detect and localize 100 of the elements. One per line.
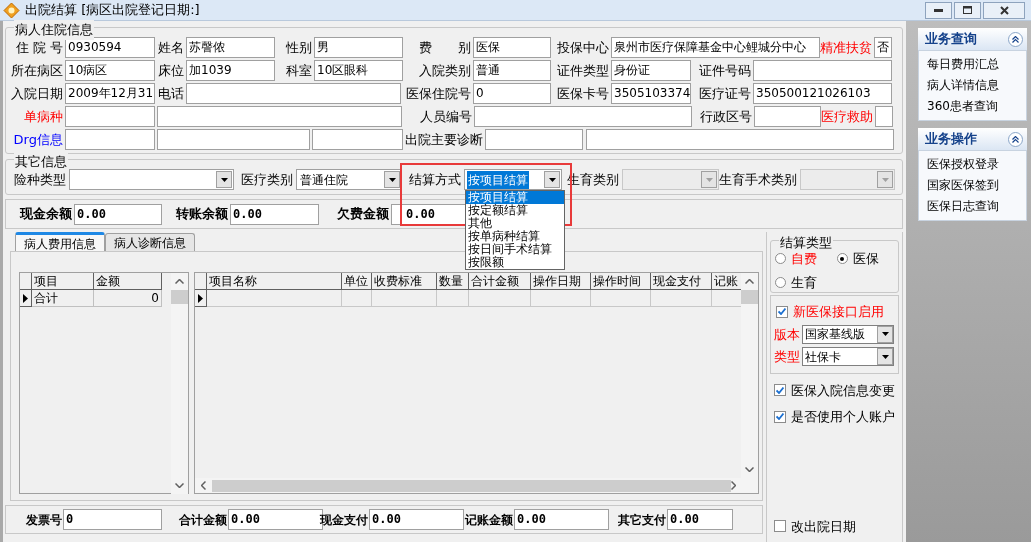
text-field[interactable]: 0.00 <box>667 509 733 530</box>
text-field[interactable] <box>586 129 894 150</box>
column-header[interactable]: 项目名称 <box>207 273 342 290</box>
field-label: 床位 <box>158 61 184 80</box>
column-header[interactable]: 数量 <box>437 273 469 290</box>
scroll-left-icon <box>201 481 206 490</box>
scroll-thumb[interactable] <box>741 290 758 304</box>
close-button[interactable] <box>983 1 1025 19</box>
text-field[interactable]: 10区眼科 <box>314 60 403 81</box>
column-header[interactable]: 操作日期 <box>531 273 591 290</box>
tab[interactable]: 病人诊断信息 <box>105 233 195 251</box>
text-field[interactable] <box>754 106 821 127</box>
scrollbar[interactable] <box>171 273 188 494</box>
field-label: 医保卡号 <box>557 84 609 103</box>
text-field[interactable]: 350500121026103 <box>753 83 892 104</box>
radio-button[interactable] <box>775 276 787 288</box>
dropdown-arrow-icon <box>881 177 889 182</box>
text-field[interactable]: 0.00 <box>369 509 464 530</box>
scroll-up-icon <box>175 279 184 284</box>
text-field[interactable] <box>474 106 692 127</box>
panel-link[interactable]: 医保日志查询 <box>927 196 1026 217</box>
text-field[interactable]: 医保 <box>473 37 551 58</box>
text-field[interactable] <box>65 106 155 127</box>
text-field[interactable]: 3505103374 <box>611 83 691 104</box>
dropdown[interactable]: 国家基线版 <box>802 324 895 344</box>
window-title: 出院结算 [病区出院登记日期:] <box>25 1 200 20</box>
dropdown[interactable]: 普通住院 <box>296 169 402 190</box>
collapse-icon[interactable] <box>1008 131 1023 147</box>
panel-link[interactable]: 医保授权登录 <box>927 154 1026 175</box>
table-cell <box>531 290 591 307</box>
scroll-thumb[interactable] <box>212 479 731 492</box>
text-field[interactable]: 普通 <box>473 60 551 81</box>
column-header[interactable]: 单位 <box>342 273 372 290</box>
checkmark-icon <box>776 413 785 421</box>
radio-button[interactable] <box>836 253 848 265</box>
panel-link[interactable]: 病人详情信息 <box>927 75 1026 96</box>
dropdown-option[interactable]: 按项目结算 <box>466 191 564 204</box>
dropdown-arrow-icon <box>220 177 228 182</box>
panel-header[interactable]: 业务操作 <box>918 128 1027 150</box>
panel-header[interactable]: 业务查询 <box>918 28 1027 50</box>
text-field[interactable] <box>157 129 310 150</box>
dropdown-option[interactable]: 按日间手术结算 <box>466 243 564 256</box>
text-field[interactable] <box>157 106 402 127</box>
field-label: 行政区号 <box>700 107 752 126</box>
text-field[interactable]: 加1039 <box>186 60 275 81</box>
checkbox[interactable] <box>774 384 787 397</box>
table-cell <box>591 290 651 307</box>
text-field[interactable]: 0 <box>63 509 162 530</box>
radio-button[interactable] <box>775 253 787 265</box>
panel-link[interactable]: 国家医保签到 <box>927 175 1026 196</box>
text-field[interactable] <box>65 129 155 150</box>
scroll-right-icon <box>731 481 736 490</box>
collapse-icon[interactable] <box>1008 31 1023 47</box>
text-field[interactable]: 男 <box>314 37 403 58</box>
text-field[interactable]: 0.00 <box>514 509 609 530</box>
text-field[interactable]: 10病区 <box>65 60 155 81</box>
column-header[interactable]: 收费标准 <box>372 273 437 290</box>
text-field[interactable] <box>875 106 893 127</box>
column-header[interactable]: 记账 <box>712 273 741 290</box>
dropdown[interactable] <box>69 169 234 190</box>
dropdown-arrow-icon <box>548 177 556 182</box>
text-field[interactable] <box>186 83 401 104</box>
column-header[interactable]: 操作时间 <box>591 273 651 290</box>
tab[interactable]: 病人费用信息 <box>15 232 105 251</box>
text-field[interactable]: 0.00 <box>74 203 162 225</box>
checkbox[interactable] <box>774 410 787 423</box>
text-field[interactable]: 泉州市医疗保障基金中心鲤城分中心 <box>611 37 820 58</box>
text-field[interactable]: 0930594 <box>65 37 155 58</box>
text-field[interactable] <box>485 129 583 150</box>
text-field[interactable]: 2009年12月31 <box>65 83 155 104</box>
text-field[interactable]: 0.00 <box>230 203 319 225</box>
scrollbar[interactable] <box>741 273 758 478</box>
checkbox[interactable] <box>776 305 789 318</box>
field-label: 合计金额 <box>178 511 228 529</box>
column-header[interactable]: 合计金额 <box>469 273 531 290</box>
dropdown-option[interactable]: 按限额 <box>466 256 564 269</box>
text-field[interactable]: 否 <box>874 37 892 58</box>
panel-link[interactable]: 每日费用汇总 <box>927 54 1026 75</box>
text-field[interactable]: 0 <box>473 83 551 104</box>
app-logo-icon <box>3 1 20 19</box>
minimize-button[interactable] <box>925 1 952 19</box>
field-label: 其它支付 <box>617 511 667 529</box>
dropdown-option[interactable]: 按单病种结算 <box>466 230 564 243</box>
scroll-thumb[interactable] <box>171 290 188 304</box>
column-header[interactable]: 现金支付 <box>651 273 712 290</box>
checkbox[interactable] <box>774 520 787 533</box>
field-label: 结算方式 <box>408 170 462 189</box>
scrollbar[interactable] <box>195 478 758 493</box>
restore-button[interactable] <box>954 1 981 19</box>
column-header[interactable]: 金额 <box>94 273 162 290</box>
table-cell: 0 <box>94 290 162 307</box>
radio-label: 自费 <box>791 250 818 268</box>
dropdown[interactable]: 社保卡 <box>802 347 895 367</box>
panel-link[interactable]: 360患者查询 <box>927 96 1026 117</box>
radio-label: 医保 <box>852 250 879 268</box>
text-field[interactable] <box>753 60 892 81</box>
column-header[interactable]: 项目 <box>32 273 94 290</box>
text-field[interactable]: 身份证 <box>611 60 691 81</box>
text-field[interactable] <box>312 129 403 150</box>
text-field[interactable]: 苏謦侬 <box>186 37 275 58</box>
